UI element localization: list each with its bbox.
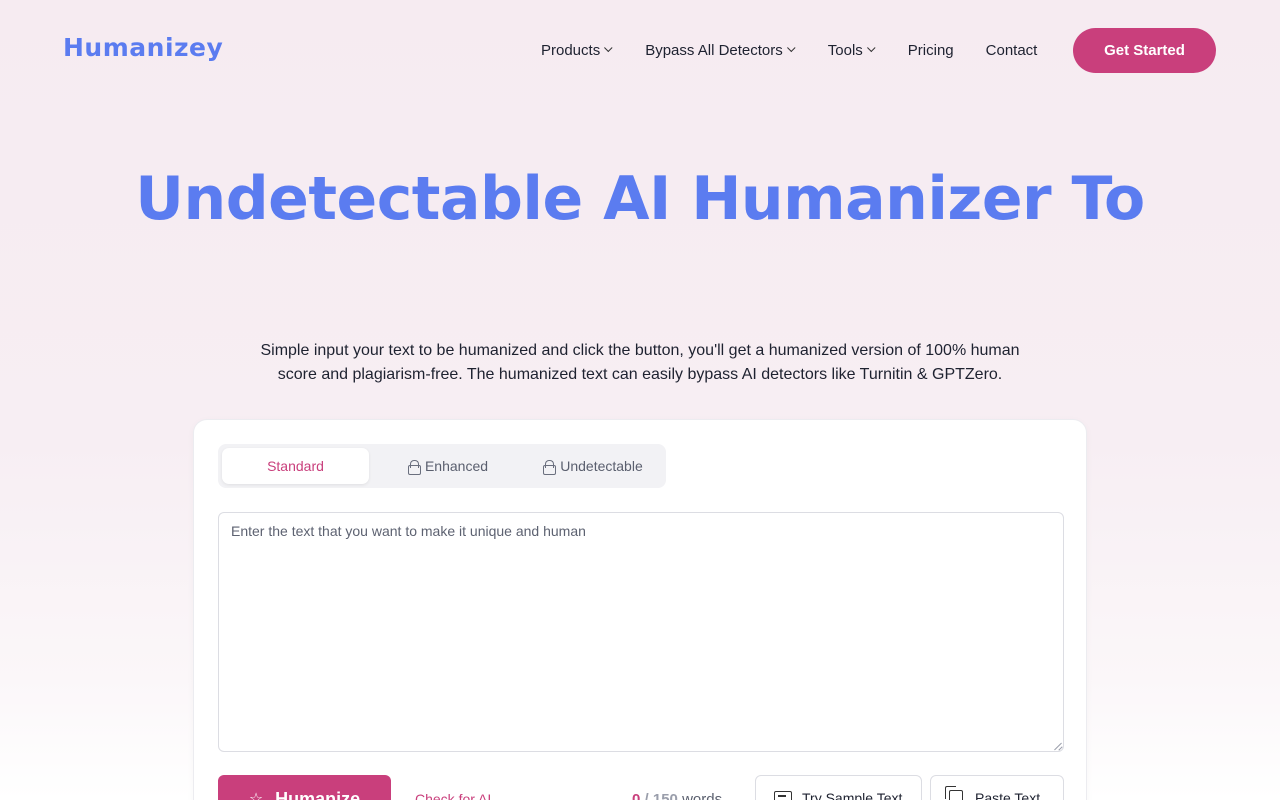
tab-undetectable[interactable]: Undetectable bbox=[528, 448, 658, 484]
site-header: Humanizey Products Bypass All Detectors … bbox=[0, 0, 1280, 100]
lock-icon bbox=[407, 459, 421, 475]
tab-undetectable-label: Undetectable bbox=[560, 458, 643, 474]
word-limit: / 150 bbox=[644, 791, 678, 800]
nav-products-label: Products bbox=[541, 41, 601, 59]
paste-text-button[interactable]: Paste Text bbox=[930, 775, 1064, 800]
sparkle-icon: ☆ bbox=[248, 791, 264, 800]
humanizer-card: Standard Enhanced Undetectable ☆ Humaniz… bbox=[193, 419, 1087, 800]
tab-standard[interactable]: Standard bbox=[222, 448, 369, 484]
words-label: words bbox=[682, 791, 723, 800]
tab-standard-label: Standard bbox=[267, 458, 324, 474]
logo[interactable]: Humanizey bbox=[63, 33, 223, 62]
text-input[interactable] bbox=[218, 512, 1064, 752]
chevron-down-icon bbox=[866, 43, 876, 53]
chevron-down-icon bbox=[786, 43, 796, 53]
get-started-button[interactable]: Get Started bbox=[1073, 28, 1216, 73]
humanize-button-label: Humanize bbox=[275, 788, 361, 800]
mode-tabs: Standard Enhanced Undetectable bbox=[218, 444, 666, 488]
word-count-value: 0 bbox=[632, 791, 641, 800]
paste-text-label: Paste Text bbox=[975, 790, 1041, 800]
main-nav: Products Bypass All Detectors Tools Pric… bbox=[541, 40, 1037, 60]
nav-products[interactable]: Products bbox=[541, 41, 613, 59]
tab-enhanced-label: Enhanced bbox=[424, 458, 489, 474]
nav-contact[interactable]: Contact bbox=[986, 42, 1038, 59]
nav-contact-label: Contact bbox=[985, 41, 1038, 59]
tab-enhanced[interactable]: Enhanced bbox=[388, 448, 508, 484]
hero-subtitle: Simple input your text to be humanized a… bbox=[260, 342, 1020, 383]
clipboard-icon bbox=[945, 786, 963, 800]
nav-bypass-label: Bypass All Detectors bbox=[645, 41, 783, 59]
check-for-ai-link[interactable]: Check for AI bbox=[415, 791, 491, 800]
humanize-button[interactable]: ☆ Humanize bbox=[218, 775, 391, 800]
resize-handle-icon[interactable] bbox=[1052, 740, 1062, 750]
word-counter: 0 / 150 words bbox=[632, 791, 722, 800]
nav-bypass-all-detectors[interactable]: Bypass All Detectors bbox=[645, 41, 796, 59]
try-sample-text-button[interactable]: Try Sample Text bbox=[755, 775, 922, 800]
chevron-down-icon bbox=[604, 43, 613, 53]
hero-title: Undetectable AI Humanizer To bbox=[135, 164, 1145, 234]
nav-pricing-label: Pricing bbox=[907, 41, 954, 59]
try-sample-label: Try Sample Text bbox=[802, 790, 903, 800]
document-icon bbox=[774, 791, 792, 800]
nav-tools-label: Tools bbox=[827, 41, 863, 59]
lock-icon bbox=[543, 459, 557, 475]
nav-pricing[interactable]: Pricing bbox=[908, 42, 954, 59]
nav-tools[interactable]: Tools bbox=[827, 41, 876, 59]
